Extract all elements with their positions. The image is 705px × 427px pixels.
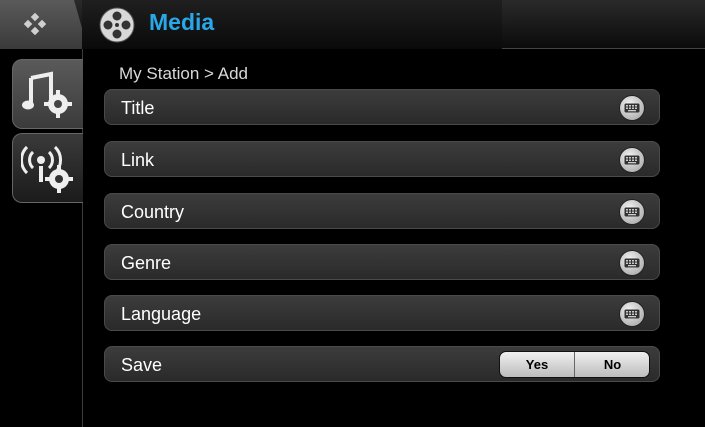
sidebar-item-music-settings[interactable] [12, 59, 83, 129]
keyboard-icon[interactable] [619, 147, 645, 173]
field-label: Link [121, 150, 155, 170]
save-row: Save Yes No [104, 346, 660, 382]
field-label: Genre [121, 253, 172, 273]
field-row-genre[interactable]: Genre [104, 244, 660, 280]
music-note-gear-icon [22, 71, 72, 118]
field-label: Title [121, 98, 155, 118]
film-reel-icon [99, 7, 135, 43]
field-row-link[interactable]: Link [104, 141, 660, 177]
field-row-country[interactable]: Country [104, 193, 660, 229]
field-row-language[interactable]: Language [104, 295, 660, 331]
field-label: Country [121, 202, 185, 222]
diamond-grid-icon[interactable] [24, 13, 46, 35]
keyboard-icon[interactable] [619, 301, 645, 327]
keyboard-icon[interactable] [619, 95, 645, 121]
field-label: Language [121, 304, 202, 324]
field-row-title[interactable]: Title [104, 89, 660, 125]
keyboard-icon[interactable] [619, 250, 645, 276]
page-title: Media [149, 9, 215, 35]
save-no-button[interactable]: No [575, 352, 649, 377]
radio-signal-gear-icon [21, 145, 73, 193]
save-label: Save [121, 355, 163, 375]
save-toggle[interactable]: Yes No [499, 351, 650, 378]
sidebar-item-radio-settings[interactable] [12, 133, 83, 203]
save-yes-button[interactable]: Yes [500, 352, 575, 377]
sidebar [0, 49, 83, 427]
breadcrumb: My Station > Add [119, 64, 248, 83]
keyboard-icon[interactable] [619, 199, 645, 225]
title-area [82, 0, 502, 49]
